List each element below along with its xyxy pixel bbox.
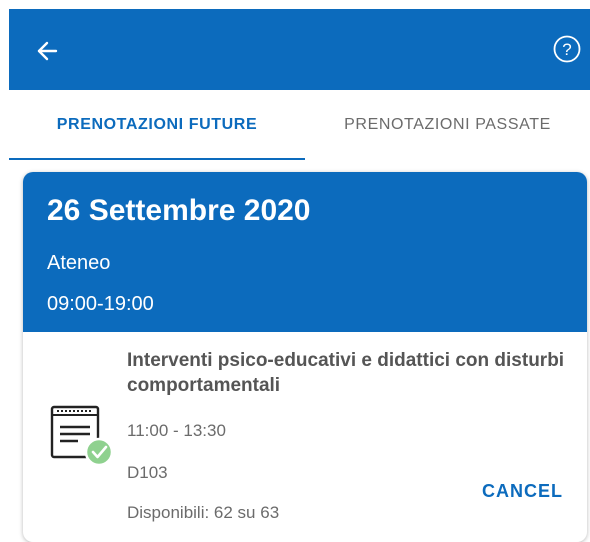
app-bar: ? [9,9,590,90]
help-symbol: ? [562,40,571,59]
booking-place: Ateneo [47,252,111,274]
tab-label: PRENOTAZIONI PASSATE [344,116,551,133]
booking-card-header: 26 Settembre 2020 Ateneo 09:00-19:00 [23,172,587,332]
event-time: 11:00 - 13:30 [127,421,226,440]
event-room: D103 [127,463,168,482]
tab-label: PRENOTAZIONI FUTURE [56,116,258,133]
booking-date: 26 Settembre 2020 [47,194,311,227]
event-document-check-icon [50,405,114,467]
tab-prenotazioni-passate[interactable]: PRENOTAZIONI PASSATE [305,90,590,160]
event-availability: Disponibili: 62 su 63 [127,503,280,522]
tab-prenotazioni-future[interactable]: PRENOTAZIONI FUTURE [9,90,305,160]
tab-indicator [9,158,305,160]
back-button[interactable] [33,37,61,65]
booking-hours: 09:00-19:00 [47,293,154,315]
help-button[interactable]: ? [552,34,582,64]
question-circle-icon: ? [553,35,581,63]
booking-card: 26 Settembre 2020 Ateneo 09:00-19:00 Int… [23,172,587,542]
event-title: Interventi psico-educativi e didattici c… [127,350,565,396]
arrow-left-icon [37,41,58,61]
tab-bar: PRENOTAZIONI FUTURE PRENOTAZIONI PASSATE [9,90,590,160]
cancel-button[interactable]: CANCEL [463,481,563,509]
